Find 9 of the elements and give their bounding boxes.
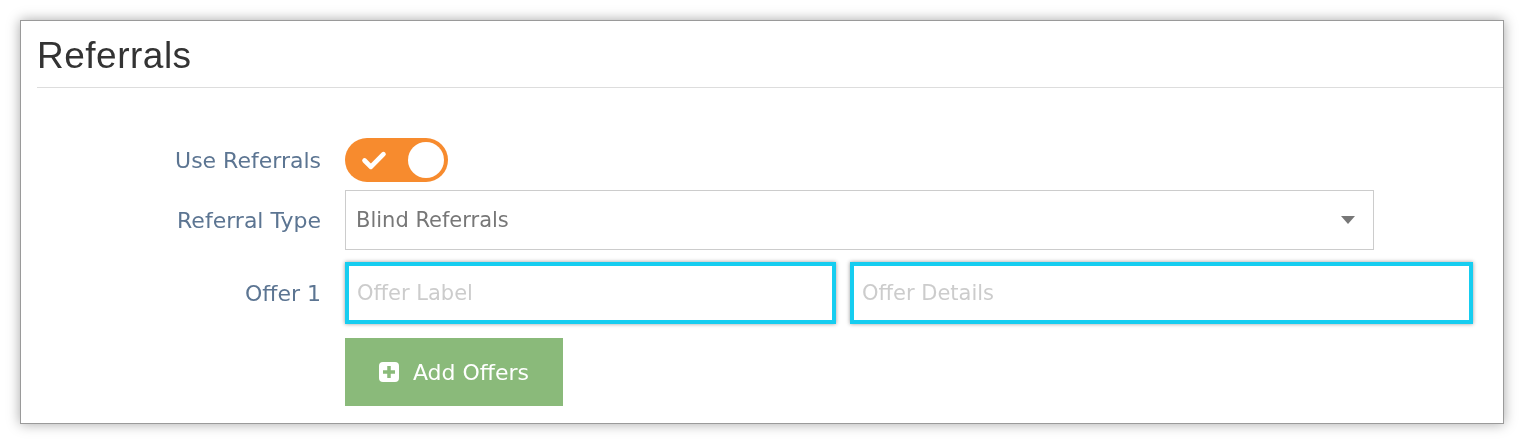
offer-label: Offer 1 bbox=[243, 280, 322, 306]
panel-title: Referrals bbox=[37, 34, 193, 78]
plus-icon bbox=[378, 362, 399, 382]
check-icon bbox=[361, 150, 387, 171]
toggle-switch[interactable] bbox=[345, 138, 448, 182]
referral-type-dropdown[interactable]: Blind Referrals bbox=[345, 190, 1374, 250]
use-referrals-label: Use Referrals bbox=[174, 147, 322, 173]
caret-icon bbox=[1341, 216, 1355, 224]
referral-type-label: Referral Type bbox=[176, 207, 322, 233]
